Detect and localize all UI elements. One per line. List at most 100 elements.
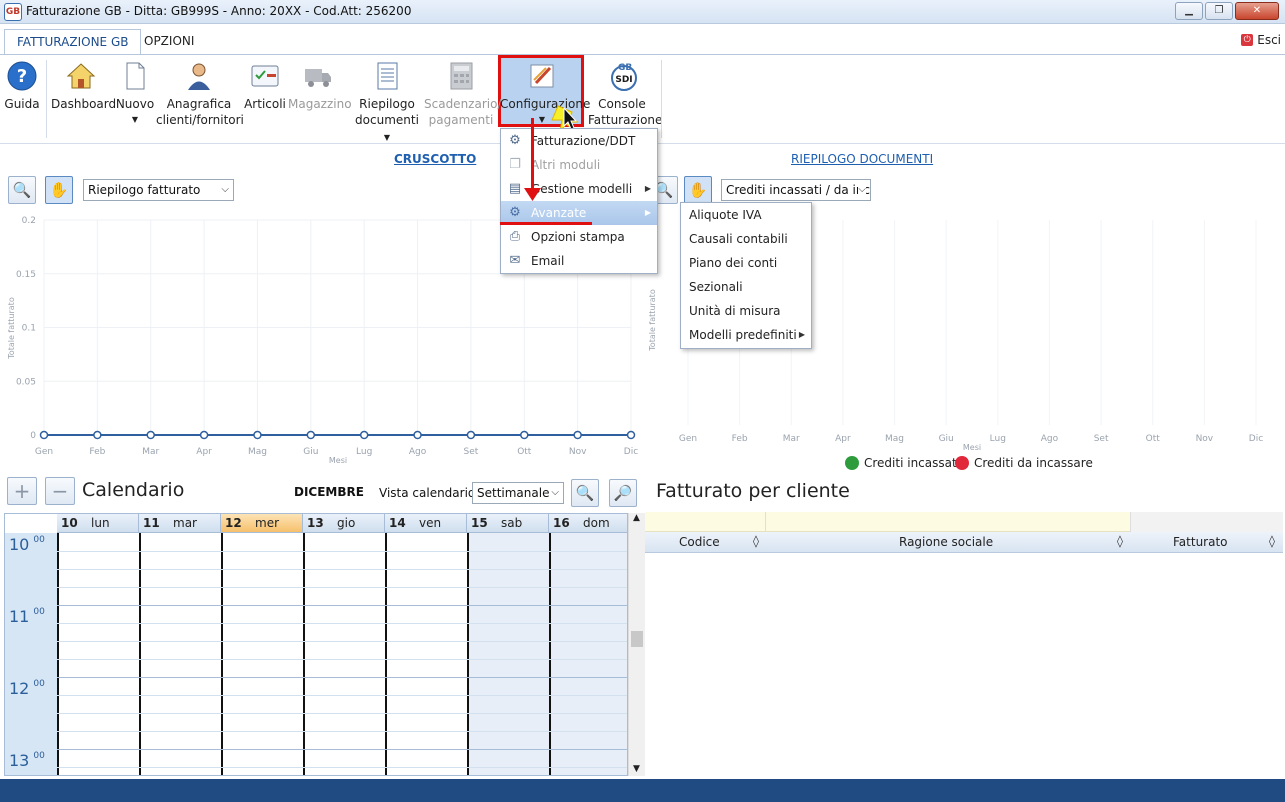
calendar-zoom-in-button[interactable]: 🔍	[571, 479, 599, 507]
articoli-button[interactable]: Articoli	[243, 60, 287, 112]
scadenzario-label-1: Scadenzario/	[424, 97, 502, 111]
x-axis-label: Mesi	[963, 443, 981, 452]
dashboard-label: Dashboard	[51, 97, 117, 111]
fatturato-per-cliente-title: Fatturato per cliente	[656, 480, 850, 502]
house-icon	[65, 60, 97, 92]
nuovo-button[interactable]: Nuovo ▼	[114, 60, 156, 128]
calendar-view-select[interactable]: Settimanale ⌵	[472, 482, 564, 504]
data-point	[520, 430, 529, 440]
menu-item-email[interactable]: ✉ Email	[501, 249, 657, 273]
close-window-button[interactable]: ✕	[1235, 2, 1279, 20]
pan-chart-button-right[interactable]: ✋	[684, 176, 712, 204]
exit-label: Esci	[1257, 33, 1281, 47]
hour-label: 13 00	[9, 751, 45, 770]
submenu-item[interactable]: Aliquote IVA	[681, 203, 811, 227]
submenu-item[interactable]: Unità di misura	[681, 299, 811, 323]
hour-label: 10 00	[9, 535, 45, 554]
sort-icon[interactable]: ◊	[753, 534, 759, 548]
sort-icon[interactable]: ◊	[1269, 534, 1275, 548]
data-point	[253, 430, 262, 440]
articoli-label: Articoli	[244, 97, 286, 111]
data-point	[146, 430, 155, 440]
scroll-thumb[interactable]	[631, 631, 643, 647]
time-slot-line	[57, 713, 627, 714]
day-header[interactable]: 10 lun	[57, 514, 139, 533]
calendar-view-label: Vista calendario	[379, 486, 476, 500]
dashboard-button[interactable]: Dashboard	[51, 60, 117, 112]
day-header[interactable]: 13 gio	[303, 514, 385, 533]
day-header[interactable]: 11 mar	[139, 514, 221, 533]
chevron-right-icon: ▶	[644, 184, 651, 193]
time-slot-line	[57, 731, 627, 732]
calendar-scrollbar[interactable]: ▲ ▼	[628, 513, 645, 776]
guida-label: Guida	[4, 97, 40, 111]
sort-icon[interactable]: ◊	[1117, 534, 1123, 548]
scadenzario-button[interactable]: Scadenzario/ pagamenti	[424, 60, 502, 128]
help-icon: ?	[6, 60, 38, 92]
hour-label: 12 00	[9, 679, 45, 698]
annotation-arrow-line	[531, 118, 534, 196]
menu-item-altri-moduli[interactable]: ❐ Altri moduli	[501, 153, 657, 177]
scroll-down-icon[interactable]: ▼	[633, 764, 640, 774]
tab-fatturazione-gb[interactable]: FATTURAZIONE GB	[4, 29, 142, 55]
submenu-item[interactable]: Modelli predefiniti ▶	[681, 323, 811, 347]
chevron-down-icon: ⌵	[551, 487, 559, 498]
menu-item-opzioni-stampa[interactable]: ⎙ Opzioni stampa	[501, 225, 657, 249]
svg-text:SDI: SDI	[615, 75, 632, 85]
remove-event-button[interactable]: −	[45, 477, 75, 505]
console-fatturazione-button[interactable]: SDI GB Console Fatturazione	[588, 60, 663, 128]
riepilogo-label-2: documenti ▼	[355, 113, 419, 142]
pan-chart-button[interactable]: ✋	[45, 176, 73, 204]
chevron-right-icon: ▶	[798, 330, 805, 339]
day-header[interactable]: 12 mer	[221, 514, 303, 533]
calendar-zoom-out-button[interactable]: 🔎	[609, 479, 637, 507]
legend-label: Crediti incassati	[864, 456, 960, 470]
left-chart-select[interactable]: Riepilogo fatturato ⌵	[83, 179, 234, 201]
data-point	[466, 430, 476, 440]
x-axis-label: Mesi	[329, 456, 347, 465]
x-tick-label: Set	[464, 447, 479, 457]
x-tick-label: Set	[1094, 434, 1109, 444]
y-tick-label: 0	[30, 431, 36, 441]
zoom-chart-button[interactable]: 🔍	[8, 176, 36, 204]
x-tick-label: Mag	[885, 434, 904, 444]
right-chart-select[interactable]: Crediti incassati / da inc ⌵	[721, 179, 871, 201]
menu-item-fatturazione-ddt[interactable]: ⚙ Fatturazione/DDT	[501, 129, 657, 153]
ribbon-separator	[46, 60, 47, 138]
column-codice[interactable]: Codice	[679, 535, 720, 549]
chevron-down-icon: ▼	[131, 115, 139, 124]
tab-opzioni[interactable]: OPZIONI	[132, 29, 206, 55]
x-tick-label: Feb	[89, 447, 105, 457]
scroll-up-icon[interactable]: ▲	[633, 513, 640, 523]
data-point	[413, 430, 422, 440]
console-label-2: Fatturazione	[588, 113, 663, 127]
day-header[interactable]: 14 ven	[385, 514, 467, 533]
guida-button[interactable]: ? Guida	[4, 60, 40, 112]
magazzino-label: Magazzino	[288, 97, 352, 111]
minimize-button[interactable]: ▁	[1175, 2, 1203, 20]
person-icon	[183, 60, 215, 92]
power-icon: ⏻	[1241, 34, 1254, 46]
submenu-item[interactable]: Sezionali	[681, 275, 811, 299]
magazzino-button[interactable]: Magazzino	[288, 60, 352, 112]
anagrafica-button[interactable]: Anagrafica clienti/fornitori	[156, 60, 244, 128]
riepilogo-documenti-link[interactable]: RIEPILOGO DOCUMENTI	[791, 152, 933, 166]
app-logo-icon: GB	[4, 3, 22, 21]
exit-button[interactable]: ⏻ Esci	[1241, 33, 1281, 47]
x-tick-label: Giu	[303, 447, 318, 457]
column-ragione-sociale[interactable]: Ragione sociale	[899, 535, 993, 549]
submenu-item[interactable]: Causali contabili	[681, 227, 811, 251]
cruscotto-link[interactable]: CRUSCOTTO	[394, 152, 476, 166]
column-fatturato[interactable]: Fatturato	[1173, 535, 1228, 549]
legend-marker	[955, 456, 969, 470]
riepilogo-documenti-button[interactable]: Riepilogo documenti ▼	[351, 60, 423, 146]
calendar-grid[interactable]: 10 lun 11 mar 12 mer 13 gio 14 ven 15 sab 16 dom 10 00…	[4, 513, 628, 776]
day-header[interactable]: 15 sab	[467, 514, 549, 533]
day-header[interactable]: 16 dom	[549, 514, 627, 533]
restore-button[interactable]: ❐	[1205, 2, 1233, 20]
hand-icon: ✋	[688, 181, 708, 199]
x-tick-label: Nov	[569, 447, 587, 457]
group-band	[645, 512, 1283, 532]
submenu-item[interactable]: Piano dei conti	[681, 251, 811, 275]
add-event-button[interactable]: +	[7, 477, 37, 505]
